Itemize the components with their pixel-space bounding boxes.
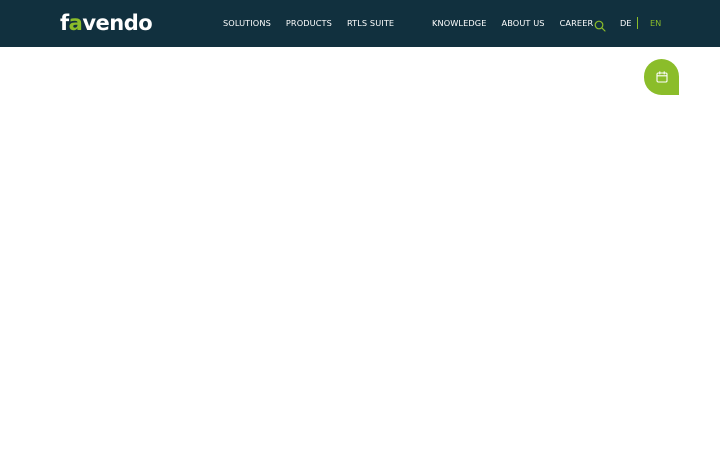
nav-item-rtls-suite[interactable]: RTLS SUITE	[347, 0, 394, 47]
favendo-logo[interactable]: f a vendo	[60, 9, 153, 37]
search-icon[interactable]	[594, 17, 606, 32]
nav-item-products[interactable]: PRODUCTS	[286, 0, 332, 47]
nav-item-solutions[interactable]: SOLUTIONS	[223, 0, 271, 47]
site-header: f a vendo SOLUTIONS PRODUCTS RTLS SUITE KN…	[0, 0, 720, 47]
language-en[interactable]: EN	[650, 0, 661, 47]
logo-text-prefix: f	[60, 11, 69, 35]
logo-text-suffix: vendo	[82, 11, 153, 35]
main-nav-left: SOLUTIONS PRODUCTS RTLS SUITE	[223, 0, 409, 47]
main-nav-right: KNOWLEDGE ABOUT US CAREER	[432, 0, 608, 47]
page: f a vendo SOLUTIONS PRODUCTS RTLS SUITE KN…	[0, 0, 720, 450]
nav-item-knowledge[interactable]: KNOWLEDGE	[432, 0, 487, 47]
book-appointment-button[interactable]	[644, 59, 679, 95]
calendar-icon	[655, 71, 668, 83]
language-divider	[637, 17, 638, 29]
logo-text-o: a	[68, 11, 83, 35]
language-de[interactable]: DE	[620, 0, 631, 47]
nav-item-career[interactable]: CAREER	[560, 0, 594, 47]
nav-item-about-us[interactable]: ABOUT US	[502, 0, 545, 47]
